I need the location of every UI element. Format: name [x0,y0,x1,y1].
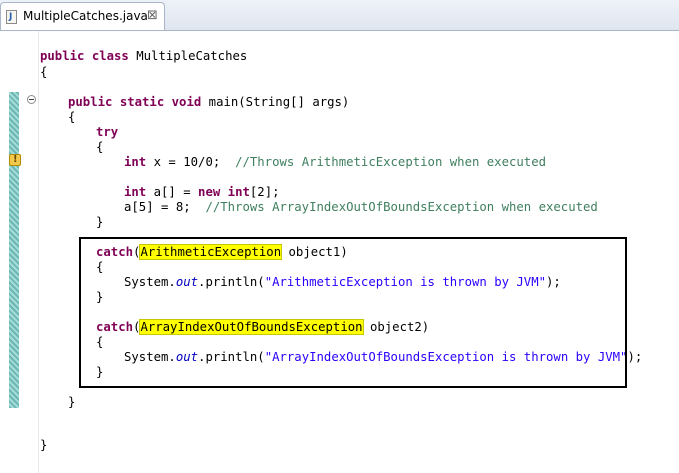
code-line: } [96,214,103,230]
code-line: { [40,64,47,80]
code-text: } [68,395,76,409]
keyword: int [227,185,250,199]
code-line: try [96,124,118,140]
code-line: int a[] = new int[2]; [124,184,280,200]
code-line: { [68,109,75,125]
code-line: int x = 10/0; //Throws ArithmeticExcepti… [124,154,546,170]
code-text: a[] = [146,185,199,199]
code-text: MultipleCatches [128,49,248,63]
code-text: a[5] = 8; [124,200,206,214]
catch-blocks-highlight-box [79,237,627,388]
comment: //Throws ArithmeticException when execut… [235,155,547,169]
code-text: x = 10/0; [146,155,236,169]
comment: //Throws ArrayIndexOutOfBoundsException … [205,200,598,214]
keyword: public class [40,49,129,63]
code-line: public static void main(String[] args) [68,94,349,110]
keyword: public static void [68,95,202,109]
code-text: [2]; [249,185,280,199]
keyword: try [96,125,119,139]
code-text: main(String[] args) [201,95,350,109]
code-text: } [96,215,104,229]
code-text: { [96,140,104,154]
keyword: new [198,185,221,199]
code-text: ); [627,350,643,364]
code-line: a[5] = 8; //Throws ArrayIndexOutOfBounds… [124,199,598,215]
keyword: int [124,185,147,199]
code-text: { [40,65,48,79]
code-line: public class MultipleCatches [40,48,247,64]
keyword: int [124,155,147,169]
code-line: } [68,394,75,410]
code-line: } [40,437,47,453]
code-text: } [40,438,48,452]
code-line: { [96,139,103,155]
code-text: { [68,110,76,124]
